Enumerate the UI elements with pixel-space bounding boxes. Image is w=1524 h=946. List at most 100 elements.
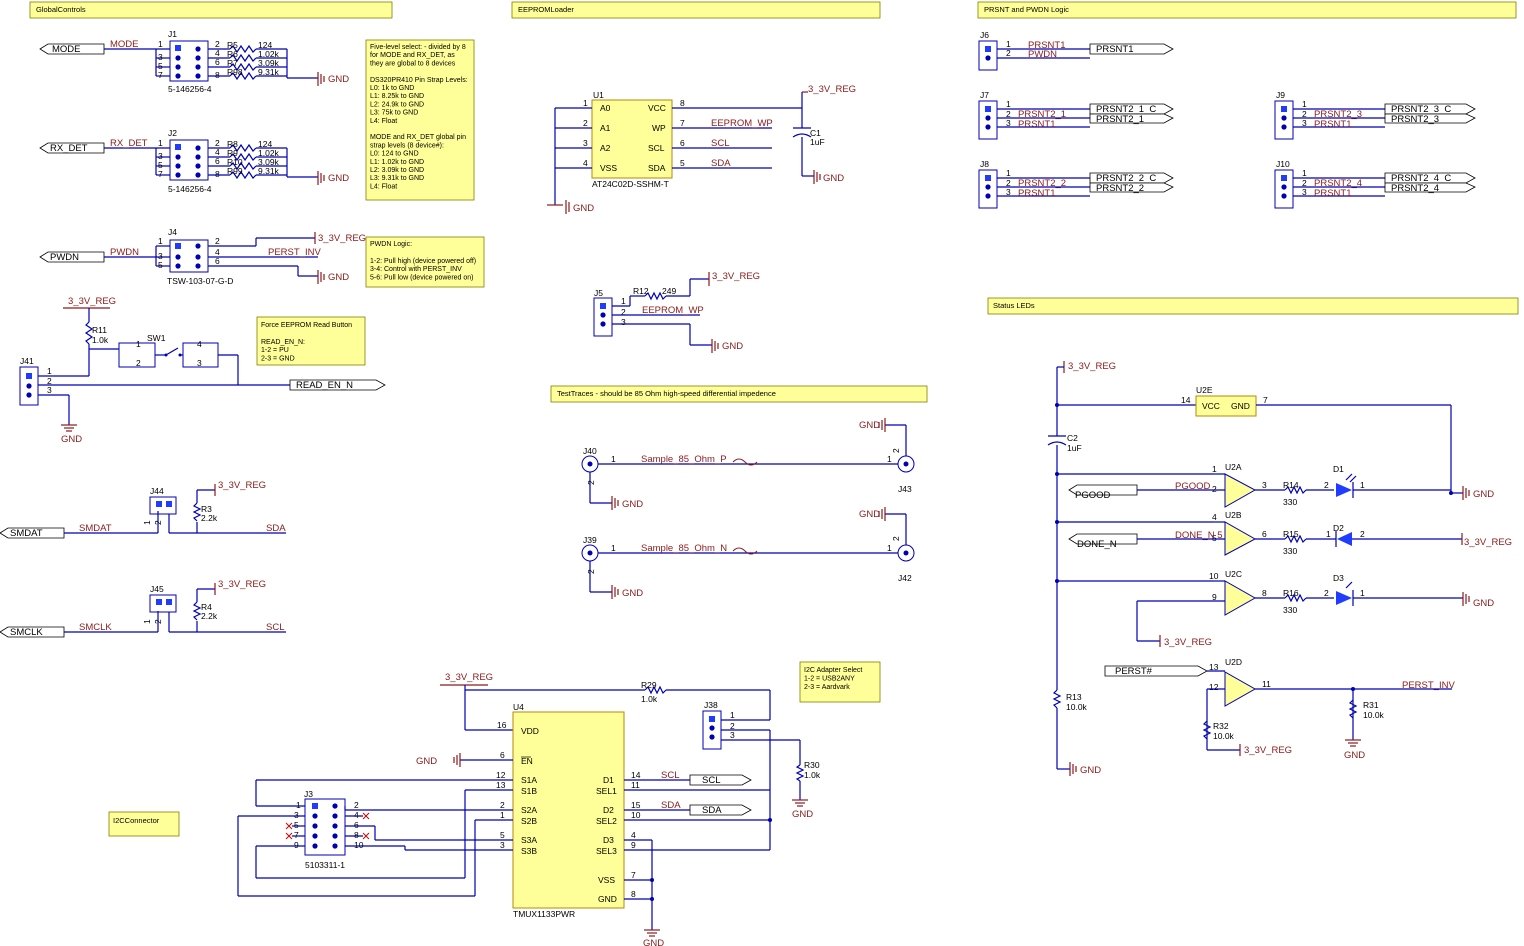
net-sample-n: Sample_85_Ohm_N — [641, 543, 727, 554]
note-line: READ_EN_N: — [261, 339, 305, 346]
gnd-u4: GND — [643, 929, 664, 946]
svg-text:PRSNT2_4: PRSNT2_4 — [1391, 183, 1439, 194]
gnd-j5: GND — [711, 339, 743, 353]
part-j4: TSW-103-07-G-D — [167, 276, 233, 286]
note-line: L3: 9.31k to GND — [370, 175, 424, 182]
val-r12: 249 — [662, 286, 676, 296]
ref-r29: R29 — [641, 680, 657, 690]
connector-j41: J41 123 — [19, 356, 52, 406]
svg-text:4: 4 — [1212, 512, 1217, 522]
note-i2c-adapter: I2C Adapter Select1-2 = USB2ANY 2-3 = Aar… — [799, 661, 881, 703]
svg-text:1: 1 — [583, 98, 588, 108]
note-line: L4: Float — [370, 118, 397, 125]
connector-j10: J10 — [1274, 159, 1294, 209]
gnd-c1: GND — [813, 170, 844, 184]
svg-text:PWDN: PWDN — [1028, 49, 1057, 60]
resistor-network-r5-r98: R5 124 R6 1.02k R7 3.09k R98 9.31k — [208, 40, 318, 81]
connector-j8: J8 — [978, 159, 998, 209]
svg-text:2: 2 — [891, 448, 901, 453]
svg-text:7: 7 — [1263, 395, 1268, 405]
svg-text:S1B: S1B — [521, 786, 537, 796]
gnd-j4: GND — [317, 270, 349, 284]
port-u4-sda: SDA — [689, 804, 752, 816]
svg-text:3: 3 — [47, 385, 52, 395]
net-led-v33: 3_3V_REG — [1068, 361, 1116, 372]
net-rx-det: RX_DET — [110, 138, 148, 149]
val-r32: 10.0k — [1213, 731, 1235, 741]
note-line: Five-level select: - divided by 8 — [370, 44, 466, 51]
svg-text:8: 8 — [215, 169, 220, 179]
svg-text:2: 2 — [215, 236, 220, 246]
svg-text:D1: D1 — [603, 775, 614, 785]
port-pwdn: PWDN — [39, 251, 105, 263]
connector-j2: J2 1357 2468 5-146256-4 — [158, 128, 220, 194]
svg-text:2: 2 — [1006, 48, 1011, 58]
connector-j45: J45 1 2 — [142, 584, 177, 624]
gate-u2c: U2C 109 8 — [1209, 569, 1267, 616]
gate-u2d: U2D 13 12 11 — [1209, 657, 1271, 707]
svg-text:5: 5 — [158, 260, 163, 270]
svg-text:3: 3 — [730, 730, 735, 740]
ref-u2e: U2E — [1196, 385, 1213, 395]
svg-text:10: 10 — [1209, 571, 1219, 581]
svg-text:GND: GND — [1231, 401, 1250, 411]
svg-text:4: 4 — [197, 339, 202, 349]
net-u1-v33: 3_3V_REG — [808, 84, 856, 95]
net-r3-v33: 3_3V_REG — [218, 480, 266, 491]
svg-text:2: 2 — [891, 536, 901, 541]
val-r16: 330 — [1283, 605, 1297, 615]
val-c1: 1uF — [810, 137, 825, 147]
svg-text:A1: A1 — [600, 123, 611, 133]
svg-text:1: 1 — [142, 520, 152, 525]
svg-text:11: 11 — [1262, 679, 1271, 689]
note-line: DS320PR410 Pin Strap Levels: — [370, 77, 468, 84]
port-pgood-text: PGOOD — [1075, 490, 1111, 501]
svg-text:2: 2 — [354, 800, 359, 810]
svg-text:10: 10 — [631, 810, 641, 820]
svg-text:GND: GND — [573, 203, 594, 214]
svg-text:2: 2 — [500, 800, 505, 810]
val-r14: 330 — [1283, 497, 1297, 507]
port-perst: PERST# — [1104, 665, 1208, 677]
port-prsnt1: PRSNT1 — [1089, 43, 1174, 55]
svg-text:2: 2 — [1360, 529, 1365, 539]
svg-text:2: 2 — [583, 118, 588, 128]
svg-text:GND: GND — [328, 272, 349, 283]
svg-text:SEL2: SEL2 — [596, 816, 617, 826]
svg-text:SCL: SCL — [702, 775, 720, 786]
svg-text:5: 5 — [294, 820, 299, 830]
svg-text:15: 15 — [631, 800, 641, 810]
svg-text:GND: GND — [792, 809, 813, 820]
svg-text:R98: R98 — [227, 67, 243, 77]
svg-text:GND: GND — [61, 434, 82, 445]
svg-text:2: 2 — [586, 480, 596, 485]
port-smdat-text: SMDAT — [10, 528, 43, 539]
svg-text:SDA: SDA — [648, 163, 666, 173]
ref-r13: R13 — [1066, 692, 1082, 702]
led-d1: D1 — [1333, 464, 1357, 498]
svg-text:PRSNT1: PRSNT1 — [1096, 44, 1133, 55]
port-smclk: SMCLK — [0, 626, 65, 638]
gate-u2a: U2A 1 2 3 — [1212, 462, 1267, 508]
svg-text:13: 13 — [496, 780, 506, 790]
note-line: I2C Adapter Select — [804, 667, 862, 674]
net-u2d-perst-inv: PERST_INV — [1402, 680, 1455, 691]
note-line: 3-4: Control with PERST_INV — [370, 266, 462, 273]
svg-text:14: 14 — [1181, 395, 1191, 405]
header-test-traces-text: TestTraces - should be 85 Ohm high-speed… — [557, 389, 776, 398]
svg-text:10: 10 — [354, 840, 364, 850]
header-global-controls-text: GlobalControls — [36, 5, 86, 14]
ref-u2d: U2D — [1225, 657, 1242, 667]
port-smdat: SMDAT — [0, 527, 65, 539]
part-j3: 5103311-1 — [305, 860, 345, 870]
net-pwdn-v33: 3_3V_REG — [318, 233, 366, 244]
svg-text:3: 3 — [1262, 480, 1267, 490]
svg-text:3: 3 — [1006, 118, 1011, 128]
val-r30: 1.0k — [804, 770, 821, 780]
svg-text:1: 1 — [621, 296, 626, 306]
port-pgood: PGOOD — [1068, 484, 1138, 501]
part-j1: 5-146256-4 — [168, 84, 212, 94]
coax-j39: J39 2 — [581, 535, 612, 593]
ref-j5: J5 — [594, 288, 603, 298]
svg-text:9.31k: 9.31k — [258, 166, 280, 176]
